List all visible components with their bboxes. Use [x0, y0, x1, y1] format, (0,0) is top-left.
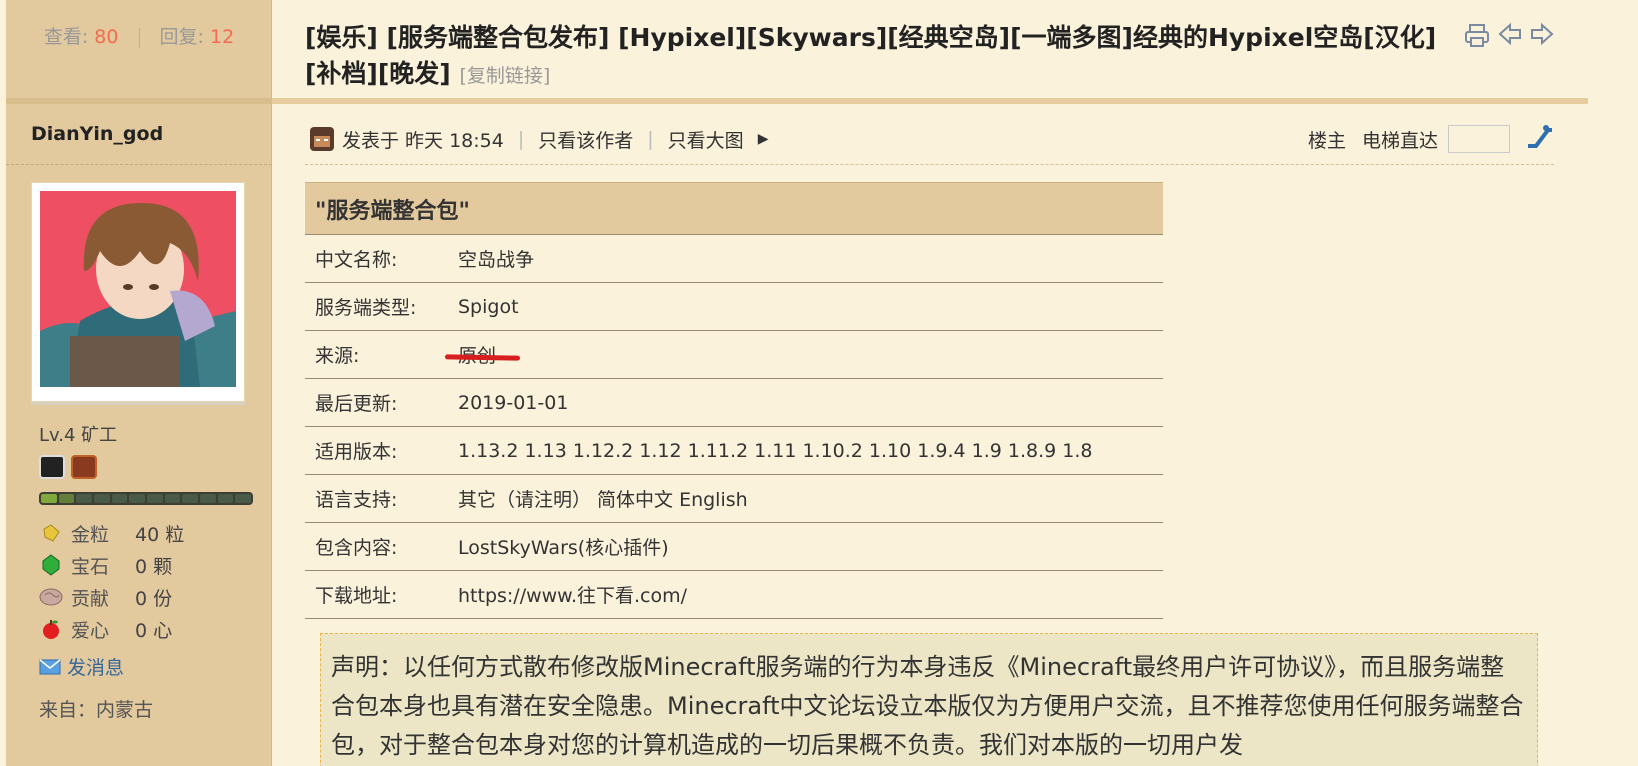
table-row: 包含内容: LostSkyWars(核心插件) [305, 522, 1163, 571]
attr-contribution: 贡献 0 份 [39, 581, 184, 613]
medal-list [39, 455, 97, 479]
next-thread-icon[interactable] [1530, 22, 1554, 52]
brain-icon [39, 585, 63, 609]
attr-gold: 金粒 40 粒 [39, 517, 184, 549]
table-row: 来源:原创 [305, 330, 1163, 379]
author-sidebar: 查看: 80 回复: 12 DianYin_god Lv.4 矿工 金粒 40 … [6, 0, 272, 766]
table-header-row: "服务端整合包" [305, 182, 1163, 235]
replies-count: 12 [210, 26, 235, 48]
avatar-frame [31, 182, 245, 402]
author-name[interactable]: DianYin_god [31, 123, 163, 145]
table-row: 下载地址: https://www.往下看.com/ [305, 570, 1163, 619]
disclaimer-notice: 声明：以任何方式散布修改版Minecraft服务端的行为本身违反《Minecra… [320, 633, 1538, 766]
meta-divider: | [517, 128, 525, 150]
avatar[interactable] [40, 191, 236, 387]
floor-jump-input[interactable] [1448, 125, 1510, 153]
author-mini-avatar [310, 127, 334, 151]
post-meta-divider [305, 164, 1554, 165]
iron-helmet-icon[interactable] [39, 455, 65, 479]
apple-icon [39, 617, 63, 641]
title-actions [1464, 22, 1554, 52]
table-row: 中文名称: 空岛战争 [305, 234, 1163, 283]
escalator-icon[interactable] [1526, 124, 1554, 155]
copy-link-button[interactable]: [复制链接] [459, 65, 550, 87]
floor-label: 楼主 [1307, 129, 1346, 152]
play-arrow-icon[interactable]: ▶ [758, 131, 769, 147]
meta-divider: | [647, 128, 654, 150]
gold-nugget-icon [39, 521, 63, 545]
envelope-icon [39, 658, 61, 675]
thread-stats: 查看: 80 回复: 12 [6, 22, 272, 49]
table-row: 语言支持: 其它（请注明） 简体中文 English [305, 474, 1163, 523]
attr-gem: 宝石 0 颗 [39, 549, 184, 581]
views-count: 80 [94, 26, 119, 48]
title-divider [272, 98, 1588, 104]
thread-title: [娱乐] [服务端整合包发布] [Hypixel][Skywars][经典空岛]… [305, 23, 1437, 88]
table-row: 适用版本: 1.13.2 1.13 1.12.2 1.12 1.11.2 1.11… [305, 426, 1163, 475]
attr-love: 爱心 0 心 [39, 613, 184, 645]
send-message-link[interactable]: 发消息 [39, 653, 124, 680]
jump-label: 电梯直达 [1361, 129, 1438, 152]
table-row: 最后更新: 2019-01-01 [305, 378, 1163, 427]
post-meta-bar: 发表于 昨天 18:54 | 只看该作者 | 只看大图 ▶ 楼主 电梯直达 [310, 120, 1554, 158]
table-row: 服务端类型: Spigot [305, 282, 1163, 331]
only-author-link[interactable]: 只看该作者 [538, 126, 633, 153]
replies-label: 回复: [159, 26, 204, 48]
experience-bar [39, 492, 253, 505]
username-divider [6, 164, 272, 165]
post-nav: 楼主 电梯直达 [1308, 120, 1554, 158]
views-label: 查看: [43, 26, 89, 48]
previous-thread-icon[interactable] [1498, 22, 1522, 52]
table-header: "服务端整合包" [305, 182, 1163, 235]
user-location: 来自：内蒙古 [39, 699, 154, 721]
stats-divider [138, 27, 140, 48]
copper-helmet-icon[interactable] [71, 455, 97, 479]
big-images-link[interactable]: 只看大图 [668, 126, 744, 153]
server-info-table: "服务端整合包" 中文名称:空岛战争 服务端类型:Spigot 来源:原创 最后… [305, 182, 1163, 619]
user-level: Lv.4 矿工 [39, 425, 118, 446]
post-time: 发表于 昨天 18:54 [342, 129, 504, 152]
sidebar-divider [6, 98, 272, 104]
user-attributes: 金粒 40 粒 宝石 0 颗 贡献 0 份 爱心 0 心 [39, 517, 184, 645]
print-icon[interactable] [1464, 22, 1490, 52]
emerald-icon [39, 553, 63, 577]
thread-title-area: [娱乐] [服务端整合包发布] [Hypixel][Skywars][经典空岛]… [305, 20, 1455, 94]
